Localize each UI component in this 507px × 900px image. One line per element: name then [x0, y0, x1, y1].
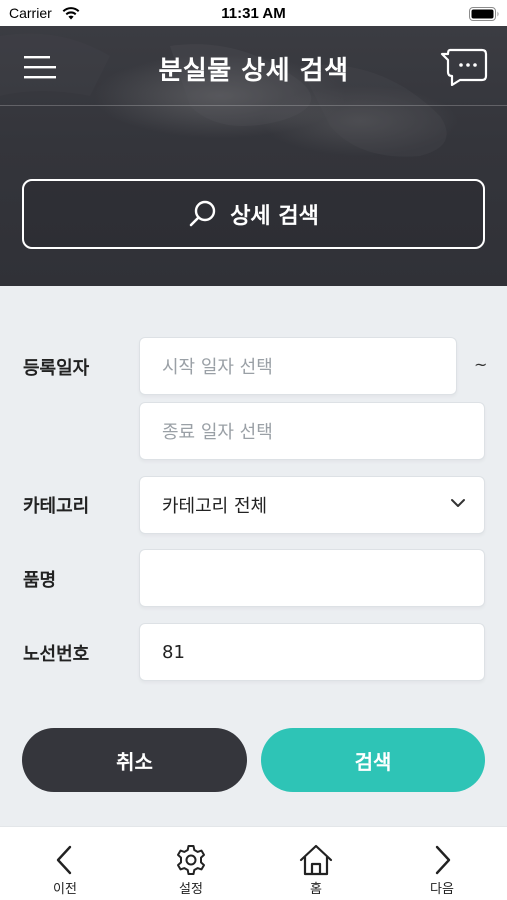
item-name-label: 품명 [23, 570, 57, 591]
nav-item-home[interactable]: 홈 [276, 827, 356, 900]
header-hero: 분실물 상세 검색 상세 검색 [0, 26, 507, 286]
chat-bubble-icon[interactable] [440, 46, 488, 86]
nav-label-home: 홈 [310, 882, 322, 897]
route-number-field[interactable] [139, 623, 485, 681]
chevron-left-icon [56, 845, 72, 875]
end-date-field[interactable]: 종료 일자 선택 [139, 402, 485, 460]
nav-label-next: 다음 [430, 882, 454, 897]
chevron-down-icon [451, 499, 465, 507]
route-number-label: 노선번호 [23, 644, 90, 665]
date-range-separator: ~ [474, 355, 488, 374]
item-name-input[interactable] [162, 567, 484, 589]
end-date-placeholder: 종료 일자 선택 [162, 422, 273, 443]
start-date-placeholder: 시작 일자 선택 [162, 357, 273, 378]
category-selected-value: 카테고리 전체 [162, 496, 268, 517]
detail-search-button[interactable]: 상세 검색 [22, 179, 485, 249]
page-title: 분실물 상세 검색 [158, 56, 349, 86]
hamburger-menu-icon[interactable] [21, 50, 59, 84]
home-icon [299, 844, 333, 876]
category-select[interactable]: 카테고리 전체 [139, 476, 485, 534]
clock: 11:31 AM [221, 5, 286, 22]
battery-icon [469, 7, 499, 21]
nav-item-previous[interactable]: 이전 [25, 827, 105, 900]
nav-item-next[interactable]: 다음 [402, 827, 482, 900]
item-name-field[interactable] [139, 549, 485, 607]
chevron-right-icon [435, 845, 451, 875]
nav-label-settings: 설정 [179, 882, 203, 897]
top-bar: 분실물 상세 검색 [0, 26, 507, 106]
search-button[interactable]: 검색 [261, 728, 485, 792]
detail-search-label: 상세 검색 [230, 204, 319, 229]
gear-icon [177, 845, 205, 875]
date-label: 등록일자 [23, 358, 90, 379]
start-date-field[interactable]: 시작 일자 선택 [139, 337, 457, 395]
nav-item-settings[interactable]: 설정 [151, 827, 231, 900]
status-bar: Carrier 11:31 AM [0, 0, 507, 26]
search-icon [189, 200, 216, 227]
route-number-input[interactable] [162, 641, 484, 663]
nav-label-previous: 이전 [53, 882, 77, 897]
bottom-navigation: 이전 설정 홈 다음 [0, 826, 507, 900]
cancel-button[interactable]: 취소 [22, 728, 247, 792]
category-label: 카테고리 [23, 496, 90, 517]
